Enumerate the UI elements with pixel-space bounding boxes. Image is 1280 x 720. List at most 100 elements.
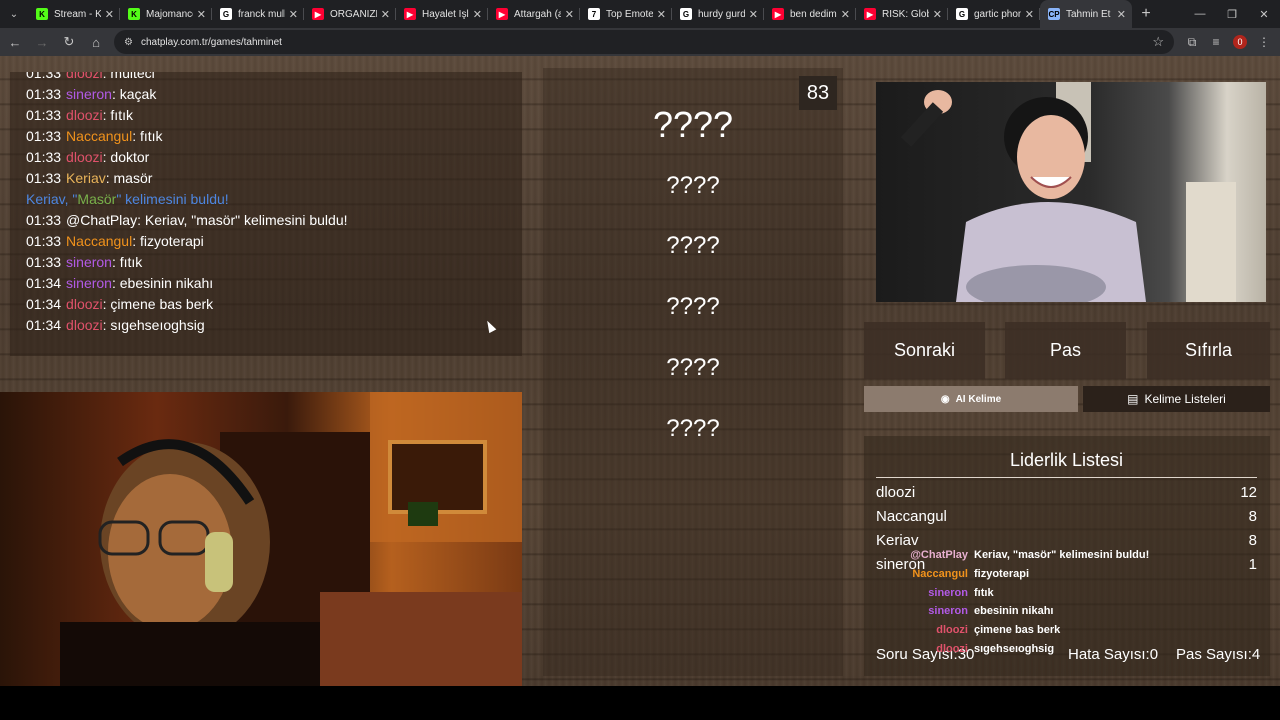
- word-lists-button[interactable]: ▤ Kelime Listeleri: [1083, 386, 1270, 412]
- menu-icon[interactable]: ⋮: [1252, 35, 1276, 50]
- separator: :: [132, 233, 140, 249]
- overlay-message: sineron fıtık: [905, 584, 1205, 603]
- message-user[interactable]: Keriav: [66, 170, 106, 186]
- next-word-1: ????: [666, 172, 720, 199]
- browser-tab[interactable]: ▶ Attargah (arşiv) ✕: [488, 0, 580, 28]
- countdown-timer: 83: [799, 76, 837, 110]
- player-score: 1: [1248, 556, 1257, 573]
- home-icon[interactable]: ⌂: [84, 30, 108, 54]
- tab-strip: ⌄ KStream - Kick✕KMajomancer✕Gfranck mul…: [0, 0, 1280, 28]
- forward-icon[interactable]: →: [30, 30, 54, 54]
- browser-tab[interactable]: ▶ ORGANIZE ✕: [304, 0, 396, 28]
- address-bar[interactable]: ⚙ chatplay.com.tr/games/tahminet ☆: [114, 30, 1174, 54]
- overlay-user: sineron: [928, 586, 968, 599]
- media-controls-icon[interactable]: ≡: [1204, 35, 1228, 50]
- chat-message: 01:33 sineron: kaçak: [26, 84, 522, 105]
- maximize-icon[interactable]: ❐: [1216, 8, 1248, 21]
- message-time: 01:33: [26, 86, 62, 102]
- message-time: 01:33: [26, 128, 62, 144]
- browser-tab[interactable]: 7 Top Emotes ✕: [580, 0, 672, 28]
- next-word-2: ????: [666, 232, 720, 259]
- url-text[interactable]: chatplay.com.tr/games/tahminet: [141, 37, 1152, 48]
- youtube-icon: ▶: [312, 8, 324, 20]
- seventv-icon: 7: [588, 8, 600, 20]
- guest-webcam: [876, 82, 1266, 302]
- browser-tab[interactable]: ▶ ben dedim h ✕: [764, 0, 856, 28]
- message-user[interactable]: sineron: [66, 275, 112, 291]
- streamer-webcam: [0, 392, 522, 686]
- close-tab-icon[interactable]: ✕: [565, 8, 574, 21]
- close-tab-icon[interactable]: ✕: [1117, 8, 1126, 21]
- site-info-icon[interactable]: ⚙: [124, 37, 133, 48]
- chat-message: 01:34 dloozi: sıgehseıoghsig: [26, 315, 522, 336]
- message-user[interactable]: Naccangul: [66, 233, 132, 249]
- chat-message: 01:33 dloozi: fıtık: [26, 105, 522, 126]
- chat-log[interactable]: 01:33 dloozi: mülteci 01:33 sineron: kaçak 0…: [10, 72, 522, 356]
- tab-title: Top Emotes: [606, 8, 653, 20]
- browser-tab[interactable]: CP Tahmin Et - ChatPlay ✕: [1040, 0, 1132, 28]
- close-tab-icon[interactable]: ✕: [197, 8, 206, 21]
- overlay-message: Naccangul fizyoterapi: [905, 565, 1205, 584]
- message-user[interactable]: dloozi: [66, 317, 103, 333]
- tab-title: Hayalet Işlığı: [422, 8, 469, 20]
- message-user[interactable]: @ChatPlay: [66, 212, 137, 228]
- streamer-webcam-image: [60, 392, 522, 686]
- pass-button[interactable]: Pas: [1005, 322, 1126, 379]
- close-tab-icon[interactable]: ✕: [749, 8, 758, 21]
- message-user[interactable]: Naccangul: [66, 128, 132, 144]
- separator: :: [132, 128, 140, 144]
- message-time: 01:33: [26, 107, 62, 123]
- message-time: 01:33: [26, 170, 62, 186]
- separator: :: [137, 212, 145, 228]
- game-page: 01:33 dloozi: mülteci 01:33 sineron: kaçak 0…: [0, 56, 1280, 686]
- message-user[interactable]: dloozi: [66, 296, 103, 312]
- browser-tab[interactable]: K Stream - Kick ✕: [28, 0, 120, 28]
- close-tab-icon[interactable]: ✕: [105, 8, 114, 21]
- message-user[interactable]: dloozi: [66, 72, 103, 81]
- chat-message: 01:33 Naccangul: fizyoterapi: [26, 231, 522, 252]
- browser-tab[interactable]: K Majomancer ✕: [120, 0, 212, 28]
- leaderboard-row: Naccangul 8: [876, 508, 1257, 525]
- reload-icon[interactable]: ↻: [57, 30, 81, 54]
- current-word: ????: [652, 104, 734, 145]
- robot-icon: ◉: [940, 393, 950, 405]
- close-tab-icon[interactable]: ✕: [1025, 8, 1034, 21]
- tab-search-icon[interactable]: ⌄: [0, 0, 28, 28]
- extension-badge[interactable]: 0: [1233, 34, 1247, 49]
- browser-tab[interactable]: ▶ RISK: Global ✕: [856, 0, 948, 28]
- minimize-icon[interactable]: —: [1184, 8, 1216, 21]
- close-tab-icon[interactable]: ✕: [841, 8, 850, 21]
- player-score: 8: [1248, 508, 1257, 525]
- tab-title: ORGANIZE: [330, 8, 377, 20]
- bookmark-star-icon[interactable]: ☆: [1152, 34, 1164, 50]
- new-tab-button[interactable]: +: [1132, 5, 1160, 23]
- overlay-message: sineron ebesinin nikahı: [905, 602, 1205, 621]
- extensions-icon[interactable]: ⧉: [1180, 35, 1204, 50]
- browser-tab[interactable]: Ghurdy gurdy ✕: [672, 0, 764, 28]
- tab-title: gartic phone: [974, 8, 1021, 20]
- ai-word-button[interactable]: ◉ AI Kelime: [864, 386, 1078, 412]
- close-window-icon[interactable]: ✕: [1248, 8, 1280, 21]
- close-tab-icon[interactable]: ✕: [657, 8, 666, 21]
- close-tab-icon[interactable]: ✕: [473, 8, 482, 21]
- browser-tab[interactable]: ▶ Hayalet Işlığı ✕: [396, 0, 488, 28]
- message-text: sıgehseıoghsig: [110, 317, 205, 333]
- message-user[interactable]: dloozi: [66, 107, 103, 123]
- chat-message: 01:34 sineron: ebesinin nikahı: [26, 273, 522, 294]
- message-user[interactable]: sineron: [66, 86, 112, 102]
- leaderboard-title: Liderlik Listesi: [876, 450, 1257, 478]
- player-name: dloozi: [876, 484, 916, 501]
- reset-button[interactable]: Sıfırla: [1147, 322, 1270, 379]
- message-time: 01:33: [26, 254, 62, 270]
- browser-tab[interactable]: Gfranck muller ✕: [212, 0, 304, 28]
- close-tab-icon[interactable]: ✕: [381, 8, 390, 21]
- message-time: 01:34: [26, 296, 62, 312]
- close-tab-icon[interactable]: ✕: [933, 8, 942, 21]
- message-time: 01:33: [26, 212, 62, 228]
- close-tab-icon[interactable]: ✕: [289, 8, 298, 21]
- browser-tab[interactable]: Ggartic phone ✕: [948, 0, 1040, 28]
- back-icon[interactable]: ←: [3, 30, 27, 54]
- message-user[interactable]: sineron: [66, 254, 112, 270]
- next-button[interactable]: Sonraki: [864, 322, 985, 379]
- message-user[interactable]: dloozi: [66, 149, 103, 165]
